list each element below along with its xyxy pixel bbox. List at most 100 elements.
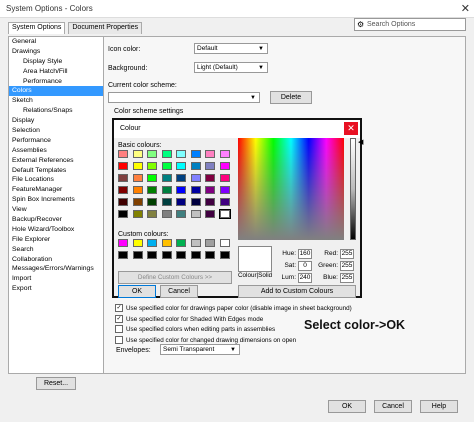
tree-item[interactable]: Drawings — [9, 47, 103, 57]
custom-colour-swatch[interactable] — [132, 251, 143, 259]
basic-colour-swatch[interactable] — [205, 198, 215, 206]
basic-colour-swatch[interactable] — [176, 150, 186, 158]
tree-item[interactable]: Display — [9, 116, 103, 126]
basic-colour-swatch[interactable] — [132, 150, 143, 158]
tree-item[interactable]: Performance — [9, 77, 103, 87]
basic-colour-swatch[interactable] — [218, 209, 231, 219]
basic-colour-swatch[interactable] — [132, 186, 143, 194]
basic-colour-swatch[interactable] — [118, 150, 128, 158]
custom-colour-swatch[interactable] — [118, 251, 128, 259]
search-options-input[interactable]: ⚙ Search Options — [354, 18, 466, 31]
custom-colour-swatch[interactable] — [147, 251, 157, 259]
basic-colour-swatch[interactable] — [205, 186, 215, 194]
option-checkbox[interactable] — [115, 325, 123, 333]
tree-item[interactable]: Selection — [9, 126, 103, 136]
custom-colour-swatch[interactable] — [219, 251, 230, 259]
basic-colour-swatch[interactable] — [219, 162, 230, 170]
background-select[interactable]: Light (Default) ▼ — [194, 62, 268, 73]
tree-item[interactable]: External References — [9, 156, 103, 166]
custom-colour-swatch[interactable] — [205, 239, 215, 247]
basic-colour-swatch[interactable] — [205, 162, 215, 170]
custom-colour-swatch[interactable] — [132, 239, 143, 247]
basic-colour-swatch[interactable] — [176, 210, 186, 218]
basic-colour-swatch[interactable] — [176, 174, 186, 182]
custom-colour-swatch[interactable] — [176, 239, 186, 247]
custom-colour-swatch[interactable] — [190, 239, 201, 247]
help-button[interactable]: Help — [420, 400, 458, 413]
basic-colour-swatch[interactable] — [205, 174, 215, 182]
blue-input[interactable]: 255 — [340, 273, 354, 283]
close-window-button[interactable]: ✕ — [461, 2, 470, 15]
basic-colour-swatch[interactable] — [205, 210, 215, 218]
basic-colour-swatch[interactable] — [132, 174, 143, 182]
custom-colour-swatch[interactable] — [161, 251, 172, 259]
basic-colour-swatch[interactable] — [147, 174, 157, 182]
ok-button[interactable]: OK — [328, 400, 366, 413]
green-input[interactable]: 255 — [340, 261, 354, 271]
define-custom-colours-button[interactable]: Define Custom Colours >> — [118, 271, 232, 284]
icon-color-select[interactable]: Default ▼ — [194, 43, 268, 54]
basic-colour-swatch[interactable] — [205, 150, 215, 158]
basic-colour-swatch[interactable] — [176, 162, 186, 170]
tree-item[interactable]: Spin Box Increments — [9, 195, 103, 205]
envelopes-select[interactable]: Semi Transparent ▼ — [160, 344, 240, 355]
basic-colour-swatch[interactable] — [190, 162, 201, 170]
tree-item[interactable]: Display Style — [9, 57, 103, 67]
basic-colour-swatch[interactable] — [176, 198, 186, 206]
basic-colour-swatch[interactable] — [161, 210, 172, 218]
basic-colour-swatch[interactable] — [161, 174, 172, 182]
basic-colour-swatch[interactable] — [219, 174, 230, 182]
basic-colour-swatch[interactable] — [118, 198, 128, 206]
tree-item[interactable]: Sketch — [9, 96, 103, 106]
tree-item[interactable]: Relations/Snaps — [9, 106, 103, 116]
tree-item[interactable]: File Locations — [9, 175, 103, 185]
basic-colour-swatch[interactable] — [161, 186, 172, 194]
tree-item[interactable]: File Explorer — [9, 235, 103, 245]
custom-colour-swatch[interactable] — [118, 239, 128, 247]
tree-item[interactable]: Search — [9, 245, 103, 255]
basic-colour-swatch[interactable] — [219, 198, 230, 206]
tree-item[interactable]: Backup/Recover — [9, 215, 103, 225]
tree-item[interactable]: View — [9, 205, 103, 215]
luminosity-slider[interactable] — [350, 138, 356, 240]
option-checkbox[interactable] — [115, 335, 123, 344]
basic-colour-swatch[interactable] — [190, 174, 201, 182]
luminosity-arrow-icon[interactable]: ◀ — [358, 138, 363, 146]
basic-colour-swatch[interactable] — [161, 162, 172, 170]
basic-colour-swatch[interactable] — [147, 186, 157, 194]
basic-colour-swatch[interactable] — [147, 198, 157, 206]
custom-colour-swatch[interactable] — [190, 251, 201, 259]
dialog-ok-button[interactable]: OK — [118, 285, 156, 298]
basic-colour-swatch[interactable] — [118, 162, 128, 170]
basic-colour-swatch[interactable] — [132, 198, 143, 206]
custom-colour-swatch[interactable] — [205, 251, 215, 259]
basic-colour-swatch[interactable] — [161, 198, 172, 206]
reset-button[interactable]: Reset... — [36, 377, 76, 390]
tree-item[interactable]: Hole Wizard/Toolbox — [9, 225, 103, 235]
basic-colour-swatch[interactable] — [176, 186, 186, 194]
basic-colour-swatch[interactable] — [190, 210, 201, 218]
custom-colour-swatch[interactable] — [161, 239, 172, 247]
basic-colour-swatch[interactable] — [219, 186, 230, 194]
add-to-custom-colours-button[interactable]: Add to Custom Colours — [238, 285, 356, 298]
lum-input[interactable]: 240 — [298, 273, 312, 283]
basic-colour-swatch[interactable] — [118, 186, 128, 194]
basic-colour-swatch[interactable] — [190, 198, 201, 206]
colour-spectrum[interactable] — [238, 138, 344, 240]
cancel-button[interactable]: Cancel — [374, 400, 412, 413]
delete-button[interactable]: Delete — [270, 91, 312, 104]
tree-item[interactable]: Import — [9, 274, 103, 284]
custom-colour-swatch[interactable] — [219, 239, 230, 247]
custom-colour-swatch[interactable] — [176, 251, 186, 259]
tab-document-properties[interactable]: Document Properties — [68, 22, 143, 34]
basic-colour-swatch[interactable] — [147, 162, 157, 170]
basic-colour-swatch[interactable] — [132, 162, 143, 170]
tree-item[interactable]: Messages/Errors/Warnings — [9, 264, 103, 274]
basic-colour-swatch[interactable] — [190, 186, 201, 194]
basic-colour-swatch[interactable] — [132, 210, 143, 218]
tree-item[interactable]: Collaboration — [9, 255, 103, 265]
basic-colour-swatch[interactable] — [118, 174, 128, 182]
color-scheme-select[interactable]: ▼ — [108, 92, 260, 103]
tree-item[interactable]: Export — [9, 284, 103, 294]
colour-dialog-close-button[interactable]: ✕ — [344, 122, 358, 135]
